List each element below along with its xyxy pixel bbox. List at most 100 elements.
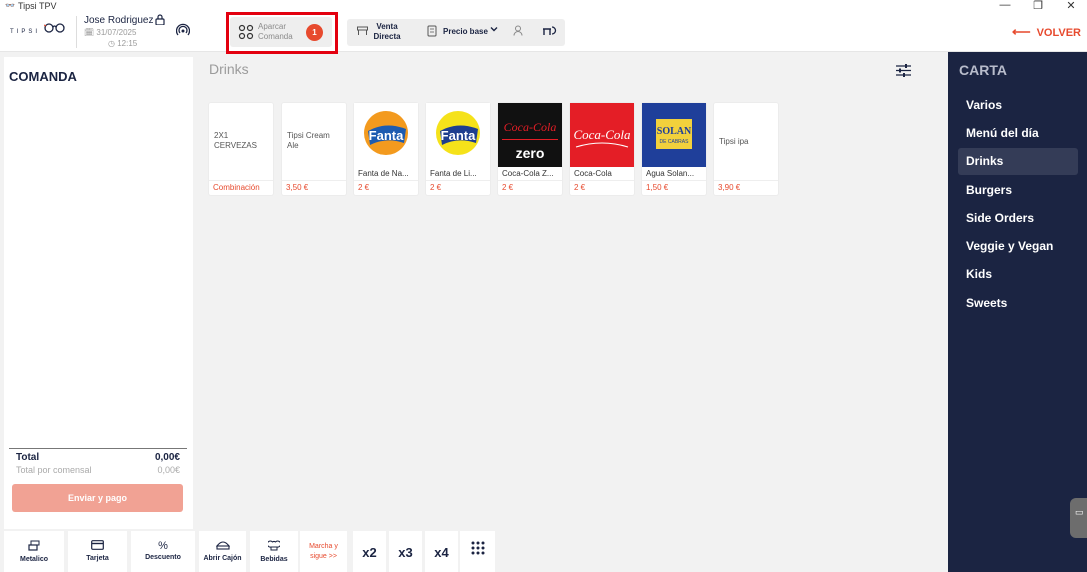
carta-item-menu-del-dia[interactable]: Menú del día [958,120,1078,147]
carta-sidebar: CARTA Varios Menú del día Drinks Burgers… [948,52,1087,572]
product-name: Coca-Cola [574,169,612,178]
comanda-panel: COMANDA Total 0,00€ Total por comensal 0… [4,57,193,529]
price-tag-icon [427,25,437,40]
product-price: 1,50 € [646,183,669,192]
product-card-fanta-naranja[interactable]: Fanta Fanta de Na... 2 € [354,103,418,195]
product-name: Coca-Cola Z... [502,169,554,178]
user-name: Jose Rodriguez [84,15,154,26]
card-divider [642,180,706,181]
session-time: ◷ 12:15 [108,39,138,48]
product-name: Fanta de Li... [430,169,477,178]
multiply-4-button[interactable]: x4 [425,531,458,572]
multiply-3-button[interactable]: x3 [389,531,422,572]
tarjeta-button[interactable]: Tarjeta [68,531,127,572]
coca-cola-logo: Coca-Cola [570,103,634,167]
lock-icon[interactable] [155,14,165,28]
product-card-tipsi-ipa[interactable]: Tipsi ipa 3,90 € [714,103,778,195]
chevron-down-icon[interactable] [490,25,498,35]
product-card-2x1-cervezas[interactable]: 2X1 CERVEZAS Combinación [209,103,273,195]
card-divider [426,180,490,181]
precio-base-select[interactable]: Precio base [443,27,488,36]
metalico-label: Metalico [19,556,48,563]
product-price: 3,90 € [718,183,741,192]
x2-label: x2 [362,545,377,560]
side-drawer-tab[interactable]: ▭ [1070,498,1087,538]
nfc-signal-icon[interactable] [175,23,191,40]
glasses-icon [43,22,66,37]
metalico-button[interactable]: Metalico [4,531,64,572]
card-divider [354,180,418,181]
x3-label: x3 [398,545,413,560]
carta-item-sweets[interactable]: Sweets [958,290,1078,317]
product-price: Combinación [213,183,260,192]
total-label: Total [16,452,40,463]
action-bar: Metalico Tarjeta % Descuento Abrir Cajón… [0,531,948,572]
volver-label: VOLVER [1036,27,1081,39]
card-divider [570,180,634,181]
drawer-handle-icon: ▭ [1075,507,1084,517]
product-thumb-text: 2X1 CERVEZAS [214,131,257,150]
maximize-button[interactable]: ❐ [1031,0,1045,12]
multiply-2-button[interactable]: x2 [353,531,386,572]
time-text: 12:15 [117,39,138,48]
zero-logo-text: zero [516,145,545,161]
carta-item-veggie-y-vegan[interactable]: Veggie y Vegan [958,233,1078,260]
customer-icon[interactable] [513,25,523,39]
close-button[interactable]: ✕ [1064,0,1078,12]
abrir-cajon-label: Abrir Cajón [203,555,242,562]
header-bar: TIPSI Jose Rodriguez 🗓 31/07/2025 ◷ 12:1… [0,12,1087,54]
marcha-label-line2: sigue >> [310,553,337,560]
bebidas-button[interactable]: Bebidas [250,531,298,572]
product-thumb-text: Tipsi Cream Ale [287,131,330,150]
drawer-icon [199,540,246,553]
card-icon [68,540,127,553]
carta-item-varios[interactable]: Varios [958,92,1078,119]
card-divider [209,180,273,181]
product-card-fanta-limon[interactable]: Fanta Fanta de Li... 2 € [426,103,490,195]
tipsi-logo: TIPSI [10,20,70,44]
venta-directa-button[interactable]: Venta Directa [373,22,401,42]
abrir-cajon-button[interactable]: Abrir Cajón [199,531,246,572]
product-thumb-text: Tipsi ipa [719,137,749,146]
coca-cola-zero-logo: Coca-Cola zero [498,103,562,167]
venta-label-line2: Directa [373,32,401,41]
filter-sliders-icon[interactable] [896,64,911,81]
carta-item-side-orders[interactable]: Side Orders [958,205,1078,232]
percent-icon: % [158,540,168,552]
arrow-left-icon: ⟵ [1011,24,1031,39]
descuento-button[interactable]: % Descuento [131,531,195,572]
product-card-coca-cola-zero[interactable]: Coca-Cola zero Coca-Cola Z... 2 € [498,103,562,195]
product-name: Agua Solan... [646,169,695,178]
table-exit-icon[interactable] [542,24,558,39]
carta-title: CARTA [959,62,1007,78]
product-card-tipsi-cream-ale[interactable]: Tipsi Cream Ale 3,50 € [282,103,346,195]
keypad-icon [460,541,495,562]
card-divider [498,180,562,181]
header-divider [76,16,77,48]
product-card-agua-solan[interactable]: SOLAN DE CABRAS Agua Solan... 1,50 € [642,103,706,195]
x4-label: x4 [434,545,449,560]
window-titlebar: 👓 Tipsi TPV — ❐ ✕ [0,0,1087,12]
carta-item-drinks[interactable]: Drinks [958,148,1078,175]
comanda-title: COMANDA [9,69,77,84]
product-card-coca-cola[interactable]: Coca-Cola Coca-Cola 2 € [570,103,634,195]
card-divider [282,180,346,181]
logo-text: TIPSI [10,29,41,35]
marcha-y-sigue-button[interactable]: Marcha y sigue >> [300,531,347,572]
fanta-lemon-logo: Fanta [426,103,490,167]
descuento-label: Descuento [145,554,181,561]
window-title: Tipsi TPV [18,1,57,11]
carta-item-kids[interactable]: Kids [958,261,1078,288]
coca-cola-logo-text: Coca-Cola [504,120,557,134]
volver-button[interactable]: ⟵ VOLVER [1012,24,1081,40]
carta-item-burgers[interactable]: Burgers [958,177,1078,204]
category-title: Drinks [209,61,249,77]
solan-de-cabras-logo: SOLAN DE CABRAS [642,103,706,167]
cash-icon [4,540,64,554]
fanta-logo-text: Fanta [441,128,476,143]
bebidas-label: Bebidas [260,556,288,563]
enviar-y-pago-button[interactable]: Enviar y pago [12,484,183,512]
minimize-button[interactable]: — [998,0,1012,11]
highlight-frame [226,12,338,54]
keypad-button[interactable] [460,531,495,572]
